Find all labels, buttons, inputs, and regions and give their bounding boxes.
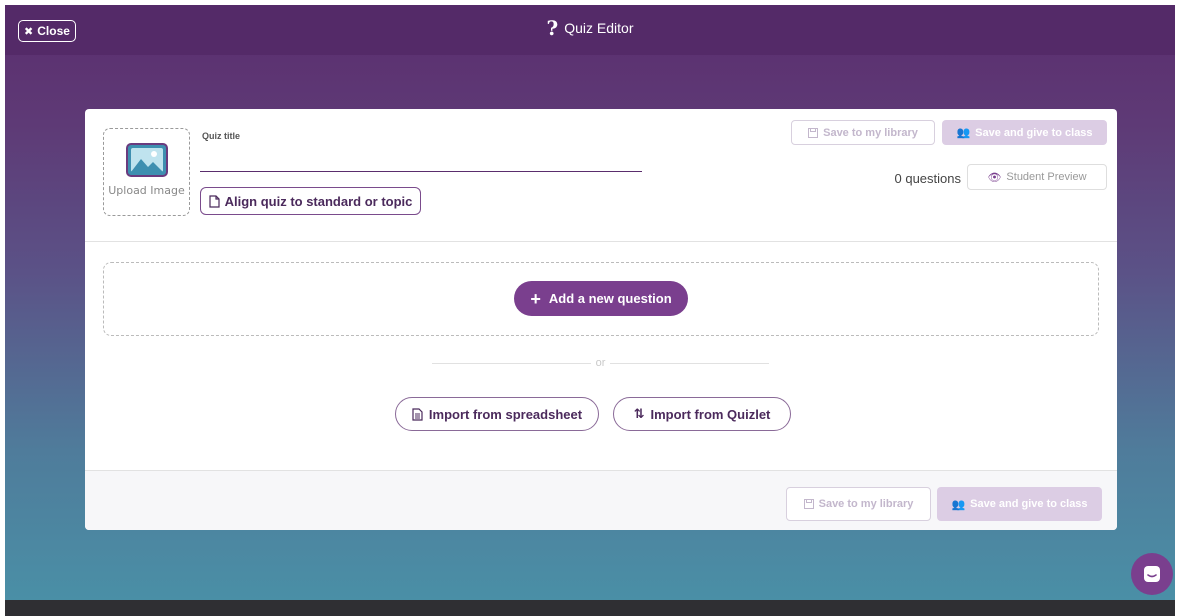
align-quiz-label: Align quiz to standard or topic <box>224 193 413 209</box>
image-icon <box>125 143 168 177</box>
divider-line-right <box>610 362 769 364</box>
import-from-quizlet-button[interactable]: ⇅ Import from Quizlet <box>613 397 791 431</box>
quiz-title-input[interactable] <box>200 152 642 172</box>
top-bar: ✖ Close ? Quiz Editor <box>5 5 1175 55</box>
quiz-header-section: Upload Image Quiz title Align quiz to st… <box>85 109 1117 242</box>
student-preview-button[interactable]: 👁 Student Preview <box>967 164 1107 190</box>
sort-arrows-icon: ⇅ <box>633 406 645 421</box>
add-question-zone: + Add a new question <box>103 262 1099 336</box>
question-mark-icon: ? <box>546 16 559 40</box>
quiz-title-label: Quiz title <box>202 131 240 141</box>
plus-icon: + <box>530 288 541 309</box>
save-icon <box>808 127 819 138</box>
bottom-bar <box>5 600 1175 616</box>
save-icon <box>803 499 814 509</box>
group-icon: 👥 <box>956 127 971 139</box>
add-question-button[interactable]: + Add a new question <box>514 281 688 316</box>
chat-launcher-button[interactable] <box>1131 553 1173 595</box>
question-count: 0 questions <box>894 171 962 186</box>
page-title: ? Quiz Editor <box>5 16 1175 40</box>
app-frame: ✖ Close ? Quiz Editor Upload Image Quiz … <box>5 5 1175 600</box>
import-from-quizlet-label: Import from Quizlet <box>650 406 771 422</box>
footer-save-and-give-to-class-button[interactable]: 👥 Save and give to class <box>937 487 1102 521</box>
import-from-spreadsheet-button[interactable]: Import from spreadsheet <box>395 397 599 431</box>
or-label: or <box>595 357 606 369</box>
footer-save-and-give-to-class-label: Save and give to class <box>970 498 1088 510</box>
chat-icon <box>1144 566 1160 582</box>
align-quiz-button[interactable]: Align quiz to standard or topic <box>200 187 421 215</box>
group-icon: 👥 <box>951 498 966 511</box>
divider-line-left <box>432 362 591 364</box>
save-and-give-to-class-button[interactable]: 👥 Save and give to class <box>942 120 1107 145</box>
footer-save-to-library-button[interactable]: Save to my library <box>786 487 931 521</box>
quiz-editor-card: Upload Image Quiz title Align quiz to st… <box>85 109 1117 530</box>
save-to-library-label: Save to my library <box>823 126 918 139</box>
import-from-spreadsheet-label: Import from spreadsheet <box>428 406 583 422</box>
save-and-give-to-class-label: Save and give to class <box>975 126 1093 139</box>
card-footer: Save to my library 👥 Save and give to cl… <box>85 470 1117 530</box>
upload-image-label: Upload Image <box>108 184 185 197</box>
spreadsheet-icon <box>412 407 423 421</box>
footer-save-to-library-label: Save to my library <box>818 498 914 510</box>
student-preview-label: Student Preview <box>1006 171 1087 183</box>
add-question-label: Add a new question <box>548 291 672 306</box>
save-to-library-button[interactable]: Save to my library <box>791 120 935 145</box>
document-icon <box>209 194 220 208</box>
upload-image-button[interactable]: Upload Image <box>103 128 190 216</box>
page-title-text: Quiz Editor <box>564 20 634 36</box>
or-divider: or <box>432 357 769 369</box>
eye-icon: 👁 <box>987 171 1002 184</box>
